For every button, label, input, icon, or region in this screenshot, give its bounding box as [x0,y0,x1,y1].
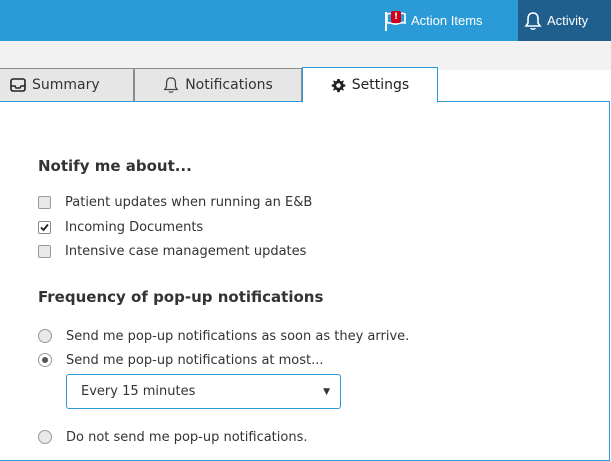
action-items-label: Action Items [411,13,483,28]
incoming-documents-label: Incoming Documents [65,219,204,235]
notify-option-patient-updates[interactable]: Patient updates when running an E&B [38,193,312,211]
notify-section-title: Notify me about... [38,157,192,175]
radio-dot [42,357,48,363]
inbox-icon [10,78,26,92]
at-most-radio[interactable] [38,353,52,367]
sub-bar [0,41,611,70]
none-label: Do not send me pop-up notifications. [66,429,308,445]
tab-notifications-label: Notifications [185,77,273,93]
caret-down-icon: ▼ [323,386,330,397]
flag-icon: ! [383,9,409,33]
activity-label: Activity [547,13,589,28]
tab-bar: Summary Notifications Settings [0,67,611,103]
none-radio[interactable] [38,430,52,444]
patient-updates-label: Patient updates when running an E&B [65,194,313,210]
tab-summary-label: Summary [32,77,100,93]
action-items-button[interactable]: ! Action Items [383,0,515,41]
asap-radio[interactable] [38,329,52,343]
settings-content: Notify me about... Patient updates when … [0,101,611,448]
case-management-checkbox[interactable] [38,244,51,258]
activity-button[interactable]: Activity [518,0,611,41]
gear-icon [331,78,346,93]
at-most-label: Send me pop-up notifications at most... [66,352,324,368]
checkmark-icon [40,223,49,231]
asap-label: Send me pop-up notifications as soon as … [66,328,410,344]
tab-summary[interactable]: Summary [0,68,134,102]
incoming-documents-checkbox[interactable] [38,220,51,234]
notify-option-case-management[interactable]: Intensive case management updates [38,242,306,260]
patient-updates-checkbox[interactable] [38,195,51,209]
interval-select-value: Every 15 minutes [81,384,196,399]
case-management-label: Intensive case management updates [65,243,307,259]
bell-icon [524,11,542,31]
frequency-option-none[interactable]: Do not send me pop-up notifications. [38,428,308,446]
tab-notifications[interactable]: Notifications [134,68,302,102]
frequency-option-at-most[interactable]: Send me pop-up notifications at most... [38,351,324,369]
tab-settings[interactable]: Settings [302,67,438,103]
action-items-badge: ! [391,10,401,23]
tab-settings-label: Settings [351,77,410,93]
notify-option-incoming-documents[interactable]: Incoming Documents [38,218,203,236]
interval-select[interactable]: Every 15 minutes ▼ [66,374,341,409]
frequency-section-title: Frequency of pop-up notifications [38,288,324,306]
top-bar: ! Action Items Activity [0,0,611,41]
bell-icon [163,76,179,94]
frequency-option-asap[interactable]: Send me pop-up notifications as soon as … [38,327,409,345]
